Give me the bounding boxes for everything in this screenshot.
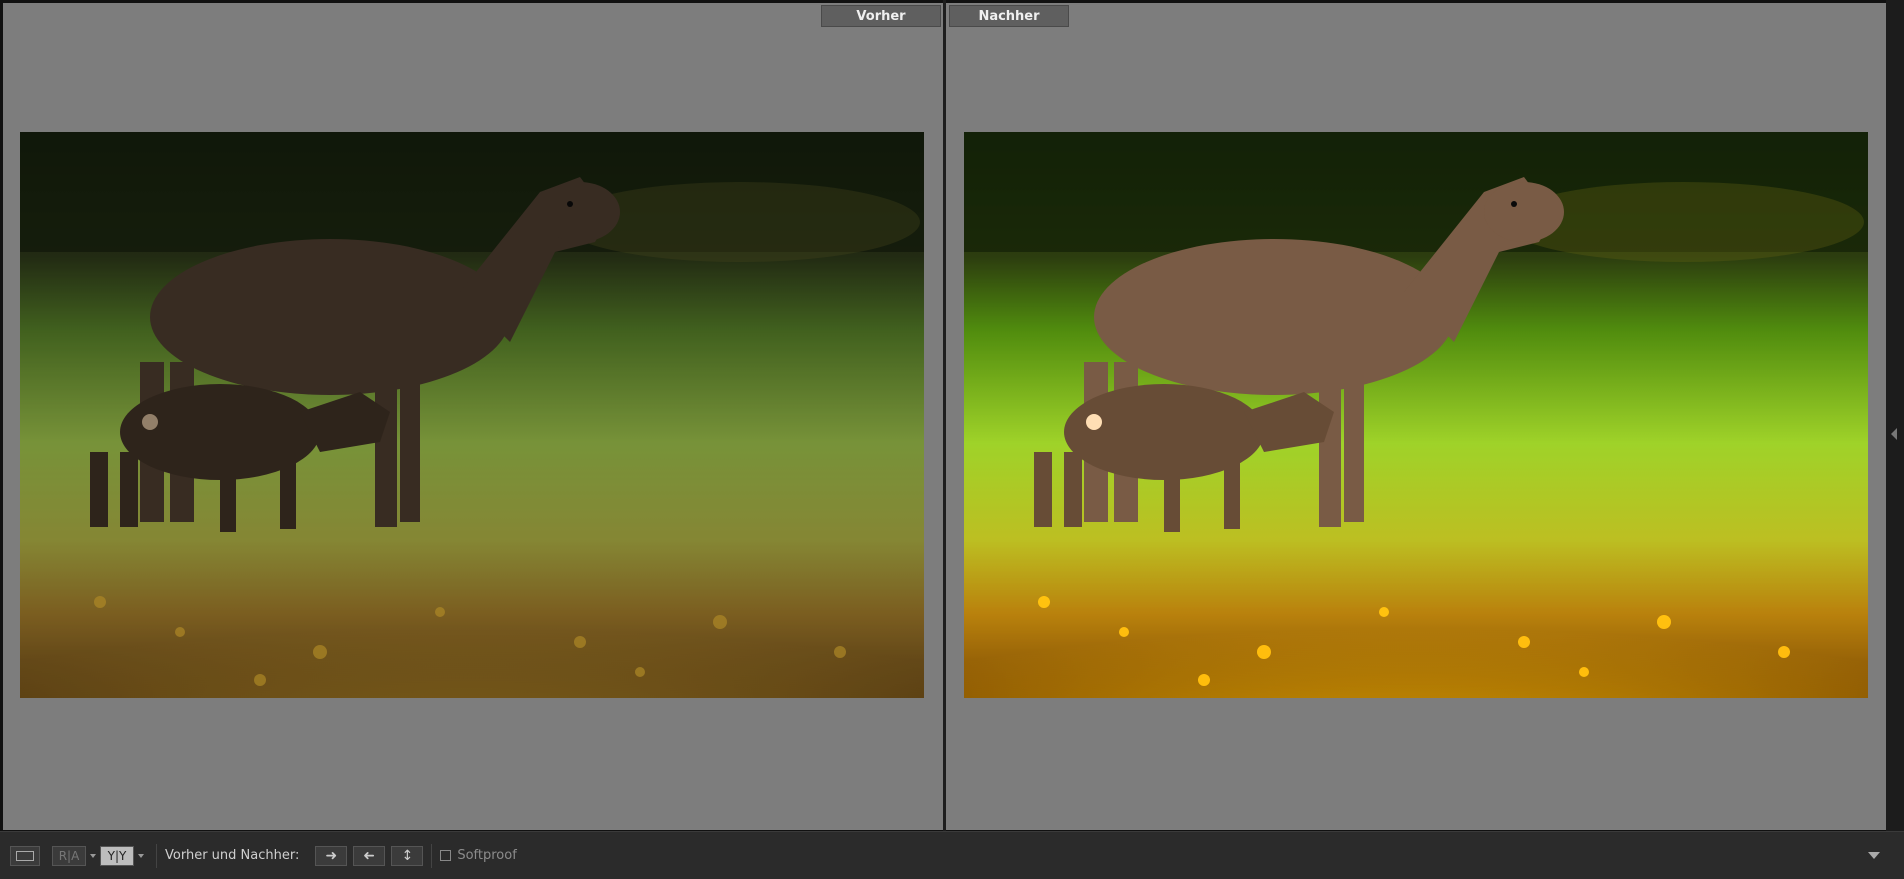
bottom-toolbar: R|A Y|Y Vorher und Nachher: ➜ ➜ ↕ Softpr… xyxy=(0,831,1904,879)
compare-workspace: Vorher Nachher xyxy=(0,0,1904,831)
split-view-icon: Y|Y xyxy=(107,848,127,863)
expand-panel-icon[interactable] xyxy=(1891,428,1897,440)
swap-before-after-button[interactable]: ↕ xyxy=(391,845,424,866)
softproof-checkbox[interactable] xyxy=(440,850,452,861)
after-label: Nachher xyxy=(949,5,1069,27)
photo-image xyxy=(20,132,924,698)
before-pane[interactable]: Vorher xyxy=(3,3,943,830)
after-photo[interactable] xyxy=(964,132,1868,698)
toolbar-separator xyxy=(156,843,157,868)
side-by-side-button[interactable]: R|A xyxy=(52,845,86,866)
chevron-down-icon[interactable] xyxy=(90,853,96,858)
photo-image xyxy=(964,132,1868,698)
compare-label: Vorher und Nachher: xyxy=(165,848,300,863)
arrow-left-icon: ➜ xyxy=(363,847,376,864)
copy-before-to-after-button[interactable]: ➜ xyxy=(315,845,348,866)
split-view-button[interactable]: Y|Y xyxy=(100,845,134,866)
copy-after-to-before-button[interactable]: ➜ xyxy=(353,845,386,866)
swap-icon: ↕ xyxy=(401,847,414,864)
softproof-label: Softproof xyxy=(457,848,517,863)
loupe-view-icon xyxy=(16,850,34,861)
after-pane[interactable]: Nachher xyxy=(946,3,1886,830)
side-by-side-icon: R|A xyxy=(58,848,80,863)
arrow-right-icon: ➜ xyxy=(325,847,338,864)
loupe-view-button[interactable] xyxy=(10,845,40,866)
before-photo[interactable] xyxy=(20,132,924,698)
toolbar-separator xyxy=(431,843,433,868)
right-panel-strip[interactable] xyxy=(1886,0,1904,831)
toolbar-menu-chevron-icon[interactable] xyxy=(1868,852,1880,859)
chevron-down-icon[interactable] xyxy=(138,853,144,858)
before-label: Vorher xyxy=(821,5,941,27)
